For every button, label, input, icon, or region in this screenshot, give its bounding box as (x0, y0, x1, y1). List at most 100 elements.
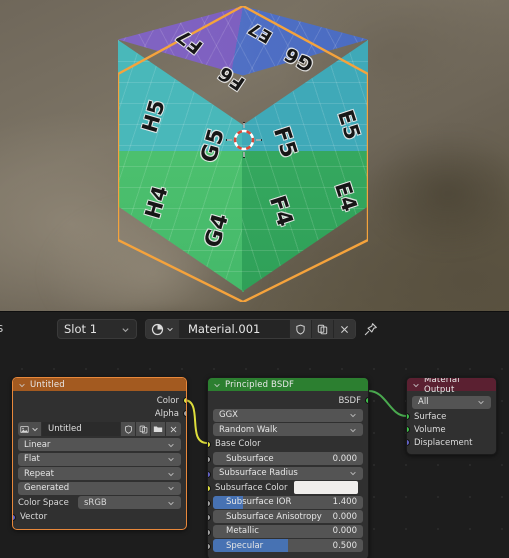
input-socket[interactable] (208, 543, 211, 550)
input-socket[interactable] (407, 426, 410, 433)
3d-viewport[interactable]: F7 E7 G6 F6 H5 G5 F5 E5 H4 G4 F4 E4 (0, 0, 509, 311)
chevron-down-icon (167, 327, 173, 332)
input-socket[interactable] (208, 440, 211, 448)
node-header[interactable]: Principled BSDF (208, 378, 368, 391)
collapse-chevron-icon[interactable] (412, 381, 420, 389)
output-socket[interactable] (365, 397, 368, 404)
output-socket[interactable] (183, 397, 186, 404)
input-socket[interactable] (208, 470, 211, 478)
node-input-color-row[interactable]: Subsurface Color (208, 481, 368, 494)
value-number: 0.000 (332, 453, 357, 464)
dropdown-value: Random Walk (219, 424, 278, 435)
input-socket[interactable] (208, 514, 211, 521)
node-output-socket-row[interactable]: Color (13, 394, 186, 407)
value-slider[interactable]: Metallic 0.000 (213, 524, 363, 538)
value-number: 0.000 (332, 526, 357, 536)
material-slot-dropdown[interactable]: Slot 1 (57, 319, 137, 339)
fake-user-button[interactable] (289, 320, 311, 338)
chevron-down-icon (167, 470, 175, 478)
chevron-down-icon (167, 455, 175, 463)
node-output-socket-row[interactable]: Alpha (13, 407, 186, 420)
image-name-input[interactable]: Untitled (42, 422, 121, 436)
node-output-socket-row[interactable]: BSDF (208, 394, 368, 407)
node-body: BSDF GGX Random Walk Base Color Subsurface 0.… (208, 391, 368, 558)
new-material-button[interactable] (311, 320, 333, 338)
link-color-to-basecolor (183, 399, 208, 444)
collapse-chevron-icon[interactable] (18, 381, 26, 389)
input-socket[interactable] (208, 499, 211, 507)
value-number: 1.400 (332, 497, 357, 507)
node-body: Color Alpha Untitled Linear Flat Repeat Genera… (13, 391, 186, 529)
value-label: Subsurface IOR (226, 497, 292, 507)
node-dropdown[interactable]: All (412, 395, 491, 409)
socket-label: Base Color (215, 439, 261, 449)
node-input-value-row[interactable]: Subsurface 0.000 (208, 452, 368, 465)
node-input-socket-row[interactable]: Surface (407, 410, 496, 423)
color-space-row: Color Space sRGB (18, 496, 181, 509)
node-dropdown[interactable]: Repeat (18, 467, 181, 480)
node-input-value-row[interactable]: Subsurface IOR 1.400 (208, 495, 368, 509)
shader-node-editor[interactable]: Untitled Color Alpha Untitled Linear Flat Repe… (0, 345, 509, 558)
value-label: Subsurface (226, 453, 274, 464)
value-label: Specular (226, 540, 264, 551)
collapse-chevron-icon[interactable] (213, 381, 221, 389)
chevron-down-icon (121, 325, 130, 334)
node-input-value-row[interactable]: Metallic 0.000 (208, 524, 368, 538)
image-unlink-button[interactable] (166, 422, 181, 436)
socket-label: Alpha (154, 408, 179, 419)
node-input-dropdown-row[interactable]: Subsurface Radius (208, 466, 368, 480)
node-header[interactable]: Material Output (407, 378, 496, 395)
input-socket[interactable] (208, 528, 211, 536)
node-header[interactable]: Untitled (13, 378, 186, 391)
material-name-input[interactable]: Material.001 (180, 320, 289, 338)
value-slider[interactable]: Specular 0.500 (213, 539, 363, 552)
chevron-down-icon (167, 441, 175, 449)
node-input-value-row[interactable]: Specular 0.500 (208, 539, 368, 552)
node-image-texture[interactable]: Untitled Color Alpha Untitled Linear Flat Repe… (12, 377, 187, 530)
node-principled-bsdf[interactable]: Principled BSDF BSDF GGX Random Walk Base Co… (207, 377, 369, 558)
unlink-material-button[interactable] (333, 320, 355, 338)
value-slider[interactable]: Subsurface IOR 1.400 (213, 495, 363, 509)
node-input-socket-row[interactable]: Volume (407, 423, 496, 436)
input-dropdown[interactable]: Subsurface Radius (213, 466, 363, 480)
socket-label: Color (156, 395, 179, 406)
value-label: Metallic (226, 526, 259, 536)
value-slider[interactable]: Subsurface Anisotropy 0.000 (213, 510, 363, 523)
node-title: Principled BSDF (225, 379, 295, 390)
cube-face-right (242, 40, 368, 292)
node-title: Untitled (30, 379, 65, 390)
node-dropdown[interactable]: Linear (18, 438, 181, 451)
node-input-socket-row[interactable]: Base Color (208, 438, 368, 451)
image-new-button[interactable] (136, 422, 151, 436)
color-label: Subsurface Color (215, 482, 288, 493)
node-input-value-row[interactable]: Subsurface Anisotropy 0.000 (208, 510, 368, 523)
node-dropdown[interactable]: Random Walk (213, 423, 363, 436)
color-space-dropdown[interactable]: sRGB (78, 496, 181, 509)
image-browse-button[interactable] (18, 422, 42, 436)
node-dropdown[interactable]: GGX (213, 408, 363, 422)
value-slider[interactable]: Subsurface 0.000 (213, 452, 363, 465)
input-socket[interactable] (208, 485, 211, 492)
chevron-down-icon (167, 484, 175, 492)
pin-button[interactable] (361, 320, 379, 338)
material-browse-button[interactable] (146, 320, 180, 338)
color-swatch[interactable] (293, 481, 358, 494)
input-socket[interactable] (208, 456, 211, 463)
image-fake-user-button[interactable] (121, 422, 136, 436)
color-space-value: sRGB (84, 497, 107, 508)
node-dropdown[interactable]: Flat (18, 452, 181, 466)
input-socket[interactable] (407, 439, 410, 446)
input-socket[interactable] (407, 413, 410, 420)
input-socket[interactable] (13, 513, 16, 521)
image-open-button[interactable] (151, 422, 166, 436)
close-x-icon (340, 325, 349, 333)
socket-label: Displacement (414, 437, 473, 448)
dropdown-value: GGX (219, 410, 238, 420)
chevron-down-icon (477, 398, 485, 406)
socket-label: Vector (20, 512, 48, 522)
node-material-output[interactable]: Material Output All Surface Volume Displacem… (406, 377, 497, 455)
node-dropdown[interactable]: Generated (18, 481, 181, 495)
output-socket[interactable] (183, 410, 186, 417)
node-input-socket-row[interactable]: Vector (13, 511, 186, 524)
node-input-socket-row[interactable]: Displacement (407, 436, 496, 449)
